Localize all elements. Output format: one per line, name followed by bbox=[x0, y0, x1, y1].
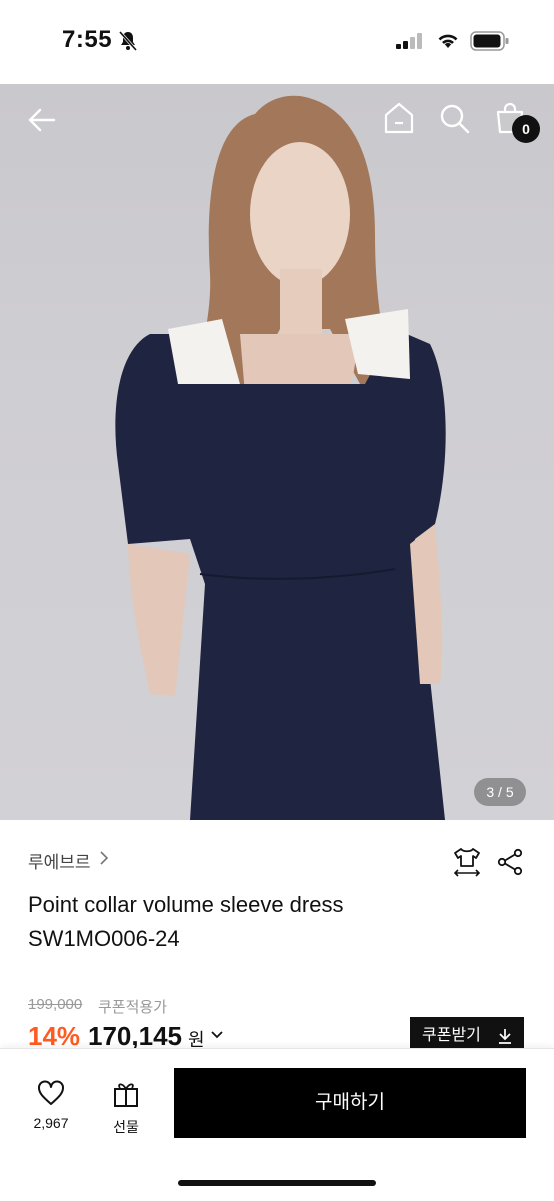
cart-count-badge: 0 bbox=[512, 115, 540, 143]
wifi-icon bbox=[438, 34, 458, 48]
home-icon[interactable] bbox=[383, 101, 415, 135]
chevron-down-icon[interactable] bbox=[210, 1030, 224, 1040]
search-icon[interactable] bbox=[439, 103, 471, 135]
status-bar: 7:55 bbox=[0, 0, 554, 84]
share-icon[interactable] bbox=[496, 848, 524, 876]
battery-icon bbox=[470, 31, 509, 51]
buy-button[interactable]: 구매하기 bbox=[174, 1068, 526, 1138]
heart-icon bbox=[38, 1080, 64, 1105]
product-name: Point collar volume sleeve dress bbox=[28, 892, 344, 917]
product-code: SW1MO006-24 bbox=[28, 926, 180, 951]
home-indicator bbox=[178, 1180, 376, 1186]
gift-label: 선물 bbox=[113, 1119, 139, 1135]
gift-icon bbox=[114, 1083, 138, 1107]
gallery-page-indicator: 3 / 5 bbox=[474, 778, 526, 806]
like-button[interactable]: 2,967 bbox=[26, 1080, 76, 1131]
gift-button[interactable]: 선물 bbox=[104, 1080, 148, 1137]
coupon-price-label: 쿠폰적용가 bbox=[98, 999, 168, 1016]
brand-link[interactable]: 루에브르 bbox=[28, 848, 91, 873]
bell-muted-icon bbox=[118, 31, 138, 51]
status-time: 7:55 bbox=[62, 26, 113, 53]
model-photo bbox=[115, 95, 446, 820]
chevron-right-icon bbox=[100, 851, 109, 865]
original-price: 199,000 bbox=[28, 996, 83, 1013]
size-guide-icon[interactable] bbox=[452, 846, 482, 878]
get-coupon-label: 쿠폰받기 bbox=[422, 1027, 481, 1044]
like-count: 2,967 bbox=[33, 1115, 69, 1131]
product-title: Point collar volume sleeve dress SW1MO00… bbox=[28, 888, 508, 956]
download-icon bbox=[499, 1029, 511, 1044]
product-image[interactable] bbox=[0, 84, 554, 820]
back-arrow-icon[interactable] bbox=[26, 104, 58, 136]
signal-icon bbox=[396, 33, 422, 49]
